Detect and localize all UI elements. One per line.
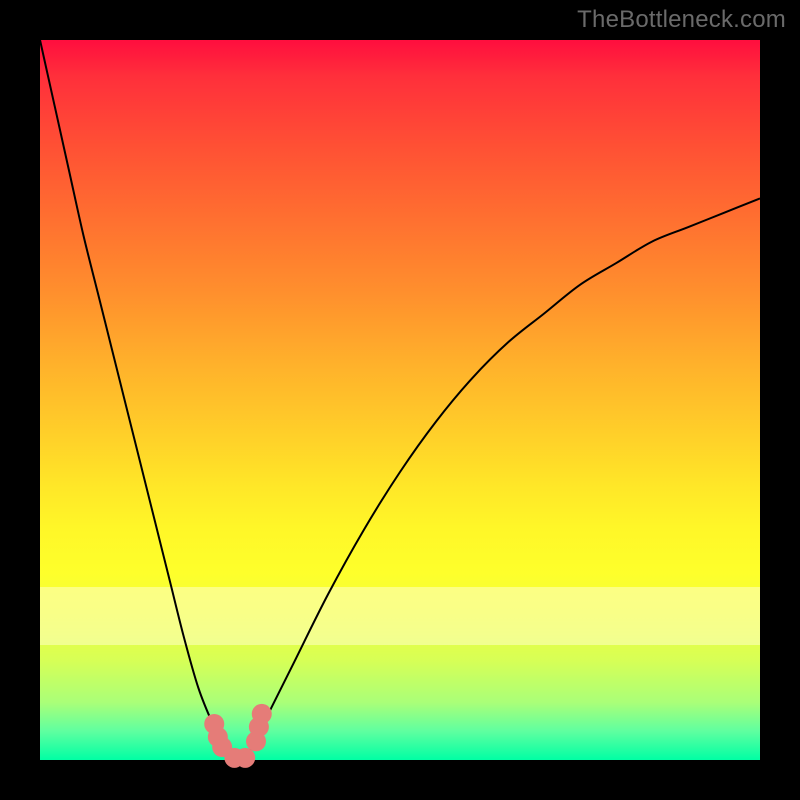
chart-frame: TheBottleneck.com [0,0,800,800]
bottleneck-curve [40,40,760,761]
curve-marker [235,748,255,768]
bottleneck-curve-svg [40,40,760,760]
curve-marker [252,704,272,724]
watermark-text: TheBottleneck.com [577,6,786,34]
marker-group [204,704,272,768]
